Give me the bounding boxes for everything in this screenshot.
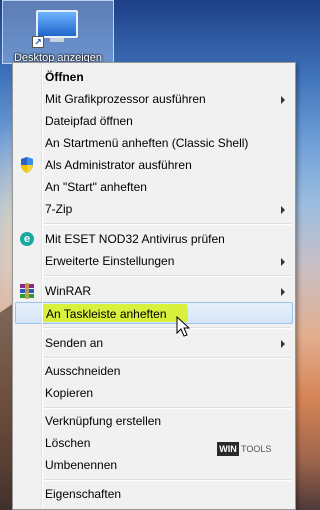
menu-separator <box>44 223 291 225</box>
menu-item-7zip[interactable]: 7-Zip <box>15 198 293 220</box>
menu-separator <box>44 275 291 277</box>
menu-item-label: Mit ESET NOD32 Antivirus prüfen <box>45 232 225 246</box>
menu-item-advanced-settings[interactable]: Erweiterte Einstellungen <box>15 250 293 272</box>
menu-item-label: 7-Zip <box>45 202 73 216</box>
menu-item-pin-startmenu-classicshell[interactable]: An Startmenü anheften (Classic Shell) <box>15 132 293 154</box>
mouse-cursor-icon <box>176 316 190 337</box>
menu-item-run-as-admin[interactable]: Als Administrator ausführen <box>15 154 293 176</box>
menu-item-label: WinRAR <box>45 284 92 298</box>
shortcut-arrow-icon: ↗ <box>32 36 44 48</box>
menu-item-label: An Taskleiste anheften <box>46 307 167 321</box>
menu-item-label: Eigenschaften <box>45 487 122 501</box>
menu-item-pin-taskbar[interactable]: An Taskleiste anheften <box>15 302 293 324</box>
menu-item-label: Ausschneiden <box>45 364 121 378</box>
submenu-arrow-icon <box>281 96 285 104</box>
eset-icon: e <box>19 231 35 247</box>
menu-separator <box>44 357 291 359</box>
menu-item-label: Kopieren <box>45 386 94 400</box>
menu-item-eset-scan[interactable]: e Mit ESET NOD32 Antivirus prüfen <box>15 228 293 250</box>
submenu-arrow-icon <box>281 340 285 348</box>
menu-item-label: Als Administrator ausführen <box>45 158 192 172</box>
menu-item-winrar[interactable]: WinRAR <box>15 280 293 302</box>
menu-item-send-to[interactable]: Senden an <box>15 332 293 354</box>
menu-item-label: Löschen <box>45 436 91 450</box>
submenu-arrow-icon <box>281 206 285 214</box>
menu-item-copy[interactable]: Kopieren <box>15 382 293 404</box>
menu-item-label: Erweiterte Einstellungen <box>45 254 175 268</box>
menu-item-label: Mit Grafikprozessor ausführen <box>45 92 206 106</box>
submenu-arrow-icon <box>281 258 285 266</box>
desktop-shortcut[interactable]: ↗ Desktop anzeigen <box>0 0 116 64</box>
menu-item-label: Verknüpfung erstellen <box>45 414 162 428</box>
menu-item-label: Öffnen <box>45 70 84 84</box>
menu-item-label: Dateipfad öffnen <box>45 114 133 128</box>
menu-item-pin-start[interactable]: An "Start" anheften <box>15 176 293 198</box>
uac-shield-icon <box>19 157 35 173</box>
menu-separator <box>44 327 291 329</box>
menu-item-cut[interactable]: Ausschneiden <box>15 360 293 382</box>
menu-item-create-shortcut[interactable]: Verknüpfung erstellen <box>15 410 293 432</box>
menu-separator <box>44 407 291 409</box>
watermark-logo: WIN TOOLS <box>217 440 271 458</box>
menu-item-properties[interactable]: Eigenschaften <box>15 483 293 505</box>
submenu-arrow-icon <box>281 288 285 296</box>
menu-item-gpu[interactable]: Mit Grafikprozessor ausführen <box>15 88 293 110</box>
menu-item-label: Senden an <box>45 336 104 350</box>
winrar-icon <box>19 283 35 299</box>
menu-item-label: Umbenennen <box>45 458 118 472</box>
menu-item-open-file-location[interactable]: Dateipfad öffnen <box>15 110 293 132</box>
menu-item-open[interactable]: Öffnen <box>15 66 293 88</box>
menu-item-label: An Startmenü anheften (Classic Shell) <box>45 136 249 150</box>
menu-separator <box>44 479 291 481</box>
menu-item-label: An "Start" anheften <box>45 180 147 194</box>
